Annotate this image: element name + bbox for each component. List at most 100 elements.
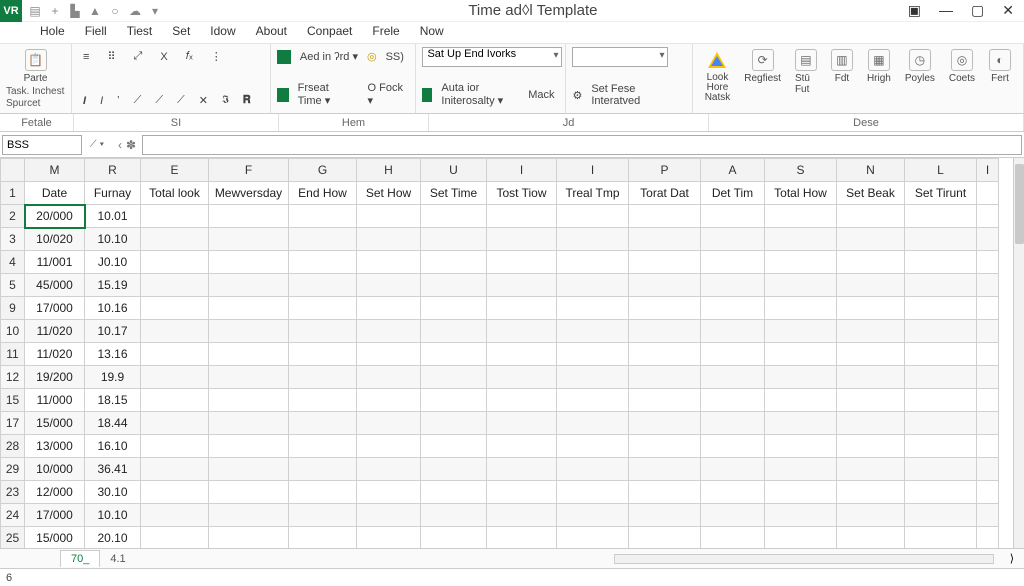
cell[interactable]	[629, 297, 701, 320]
cell[interactable]	[837, 412, 905, 435]
menu-tiest[interactable]: Tiest	[127, 24, 153, 41]
cell[interactable]	[701, 504, 765, 527]
style2-button[interactable]: 𝐑	[238, 91, 256, 110]
cell[interactable]	[209, 527, 289, 549]
cell[interactable]	[209, 274, 289, 297]
cell[interactable]	[557, 251, 629, 274]
cell[interactable]	[487, 320, 557, 343]
italic-button[interactable]: I	[95, 92, 108, 110]
x-icon[interactable]: X	[155, 48, 172, 66]
cell[interactable]	[837, 297, 905, 320]
cell[interactable]	[421, 481, 487, 504]
poyles-button[interactable]: ◷Poyles	[899, 47, 941, 110]
row-header[interactable]: 17	[1, 412, 25, 435]
cell[interactable]	[487, 205, 557, 228]
cell[interactable]	[357, 366, 421, 389]
cell[interactable]	[701, 435, 765, 458]
cell[interactable]	[905, 274, 977, 297]
cell[interactable]	[357, 481, 421, 504]
row-header[interactable]: 2	[1, 205, 25, 228]
table-header-cell[interactable]: End How	[289, 182, 357, 205]
column-header[interactable]: G	[289, 159, 357, 182]
cell[interactable]	[141, 274, 209, 297]
dot-icon[interactable]: ▲	[88, 4, 102, 18]
row-header[interactable]: 9	[1, 297, 25, 320]
cell[interactable]: 15/000	[25, 527, 85, 549]
save-icon[interactable]: ▤	[28, 4, 42, 18]
menu-conpaet[interactable]: Conpaet	[307, 24, 352, 41]
cell[interactable]	[701, 251, 765, 274]
green-square-icon[interactable]	[277, 50, 291, 64]
cell[interactable]	[487, 297, 557, 320]
cell[interactable]	[977, 435, 999, 458]
cell[interactable]	[837, 251, 905, 274]
column-header[interactable]: R	[85, 159, 141, 182]
cell[interactable]	[357, 527, 421, 549]
column-header[interactable]: H	[357, 159, 421, 182]
cell[interactable]	[765, 504, 837, 527]
row-header[interactable]: 12	[1, 366, 25, 389]
cell[interactable]	[421, 274, 487, 297]
cell[interactable]: 10.10	[85, 228, 141, 251]
cell[interactable]: 16.10	[85, 435, 141, 458]
cell[interactable]	[765, 251, 837, 274]
coets-button[interactable]: ◎Coets	[943, 47, 981, 110]
cell[interactable]	[141, 366, 209, 389]
cell[interactable]	[421, 297, 487, 320]
row-header[interactable]: 25	[1, 527, 25, 549]
maximize-icon[interactable]: ▢	[971, 2, 984, 19]
cell[interactable]	[629, 412, 701, 435]
table-header-cell[interactable]: Det Tim	[701, 182, 765, 205]
row-header[interactable]: 15	[1, 389, 25, 412]
cell[interactable]	[209, 320, 289, 343]
cell[interactable]	[487, 481, 557, 504]
cell[interactable]: 19/200	[25, 366, 85, 389]
fdt-button[interactable]: ▥Fdt	[825, 47, 859, 110]
cell[interactable]	[209, 435, 289, 458]
column-header[interactable]: M	[25, 159, 85, 182]
fx-icon[interactable]: 𝑓ₓ	[181, 47, 198, 66]
cell[interactable]	[765, 343, 837, 366]
cell[interactable]	[357, 205, 421, 228]
cell[interactable]	[289, 481, 357, 504]
cell[interactable]	[629, 481, 701, 504]
cell[interactable]	[701, 366, 765, 389]
cell[interactable]: 11/001	[25, 251, 85, 274]
cell[interactable]	[487, 228, 557, 251]
cell[interactable]: 18.44	[85, 412, 141, 435]
menu-idow[interactable]: Idow	[210, 24, 235, 41]
cell[interactable]	[629, 274, 701, 297]
cell[interactable]	[977, 366, 999, 389]
cell[interactable]	[977, 297, 999, 320]
cell[interactable]: 10.01	[85, 205, 141, 228]
row-header[interactable]: 24	[1, 504, 25, 527]
cell[interactable]	[289, 504, 357, 527]
cell[interactable]	[905, 458, 977, 481]
cell[interactable]	[209, 251, 289, 274]
cell[interactable]	[557, 527, 629, 549]
empty-dropdown[interactable]	[572, 47, 668, 67]
cell[interactable]	[421, 366, 487, 389]
cell[interactable]	[905, 481, 977, 504]
cell[interactable]	[837, 343, 905, 366]
horizontal-scrollbar[interactable]	[614, 554, 994, 564]
cell[interactable]	[209, 412, 289, 435]
cell[interactable]	[357, 251, 421, 274]
cell[interactable]	[905, 205, 977, 228]
cell[interactable]	[289, 389, 357, 412]
folder-icon[interactable]: ▙	[68, 4, 82, 18]
table-header-cell[interactable]	[977, 182, 999, 205]
cell[interactable]	[141, 481, 209, 504]
cell[interactable]	[765, 389, 837, 412]
align-left-icon[interactable]: ≡	[78, 48, 94, 66]
cell[interactable]	[905, 435, 977, 458]
row-header[interactable]: 29	[1, 458, 25, 481]
stdfut-button[interactable]: ▤Stū Fut	[789, 47, 823, 110]
menu-hole[interactable]: Hole	[40, 24, 65, 41]
aed-button[interactable]: Aed in ʔrd ▾	[295, 47, 363, 66]
cell[interactable]	[837, 481, 905, 504]
table-header-cell[interactable]: Furnay	[85, 182, 141, 205]
cell[interactable]	[701, 527, 765, 549]
cell[interactable]	[837, 205, 905, 228]
cell[interactable]: 20.10	[85, 527, 141, 549]
